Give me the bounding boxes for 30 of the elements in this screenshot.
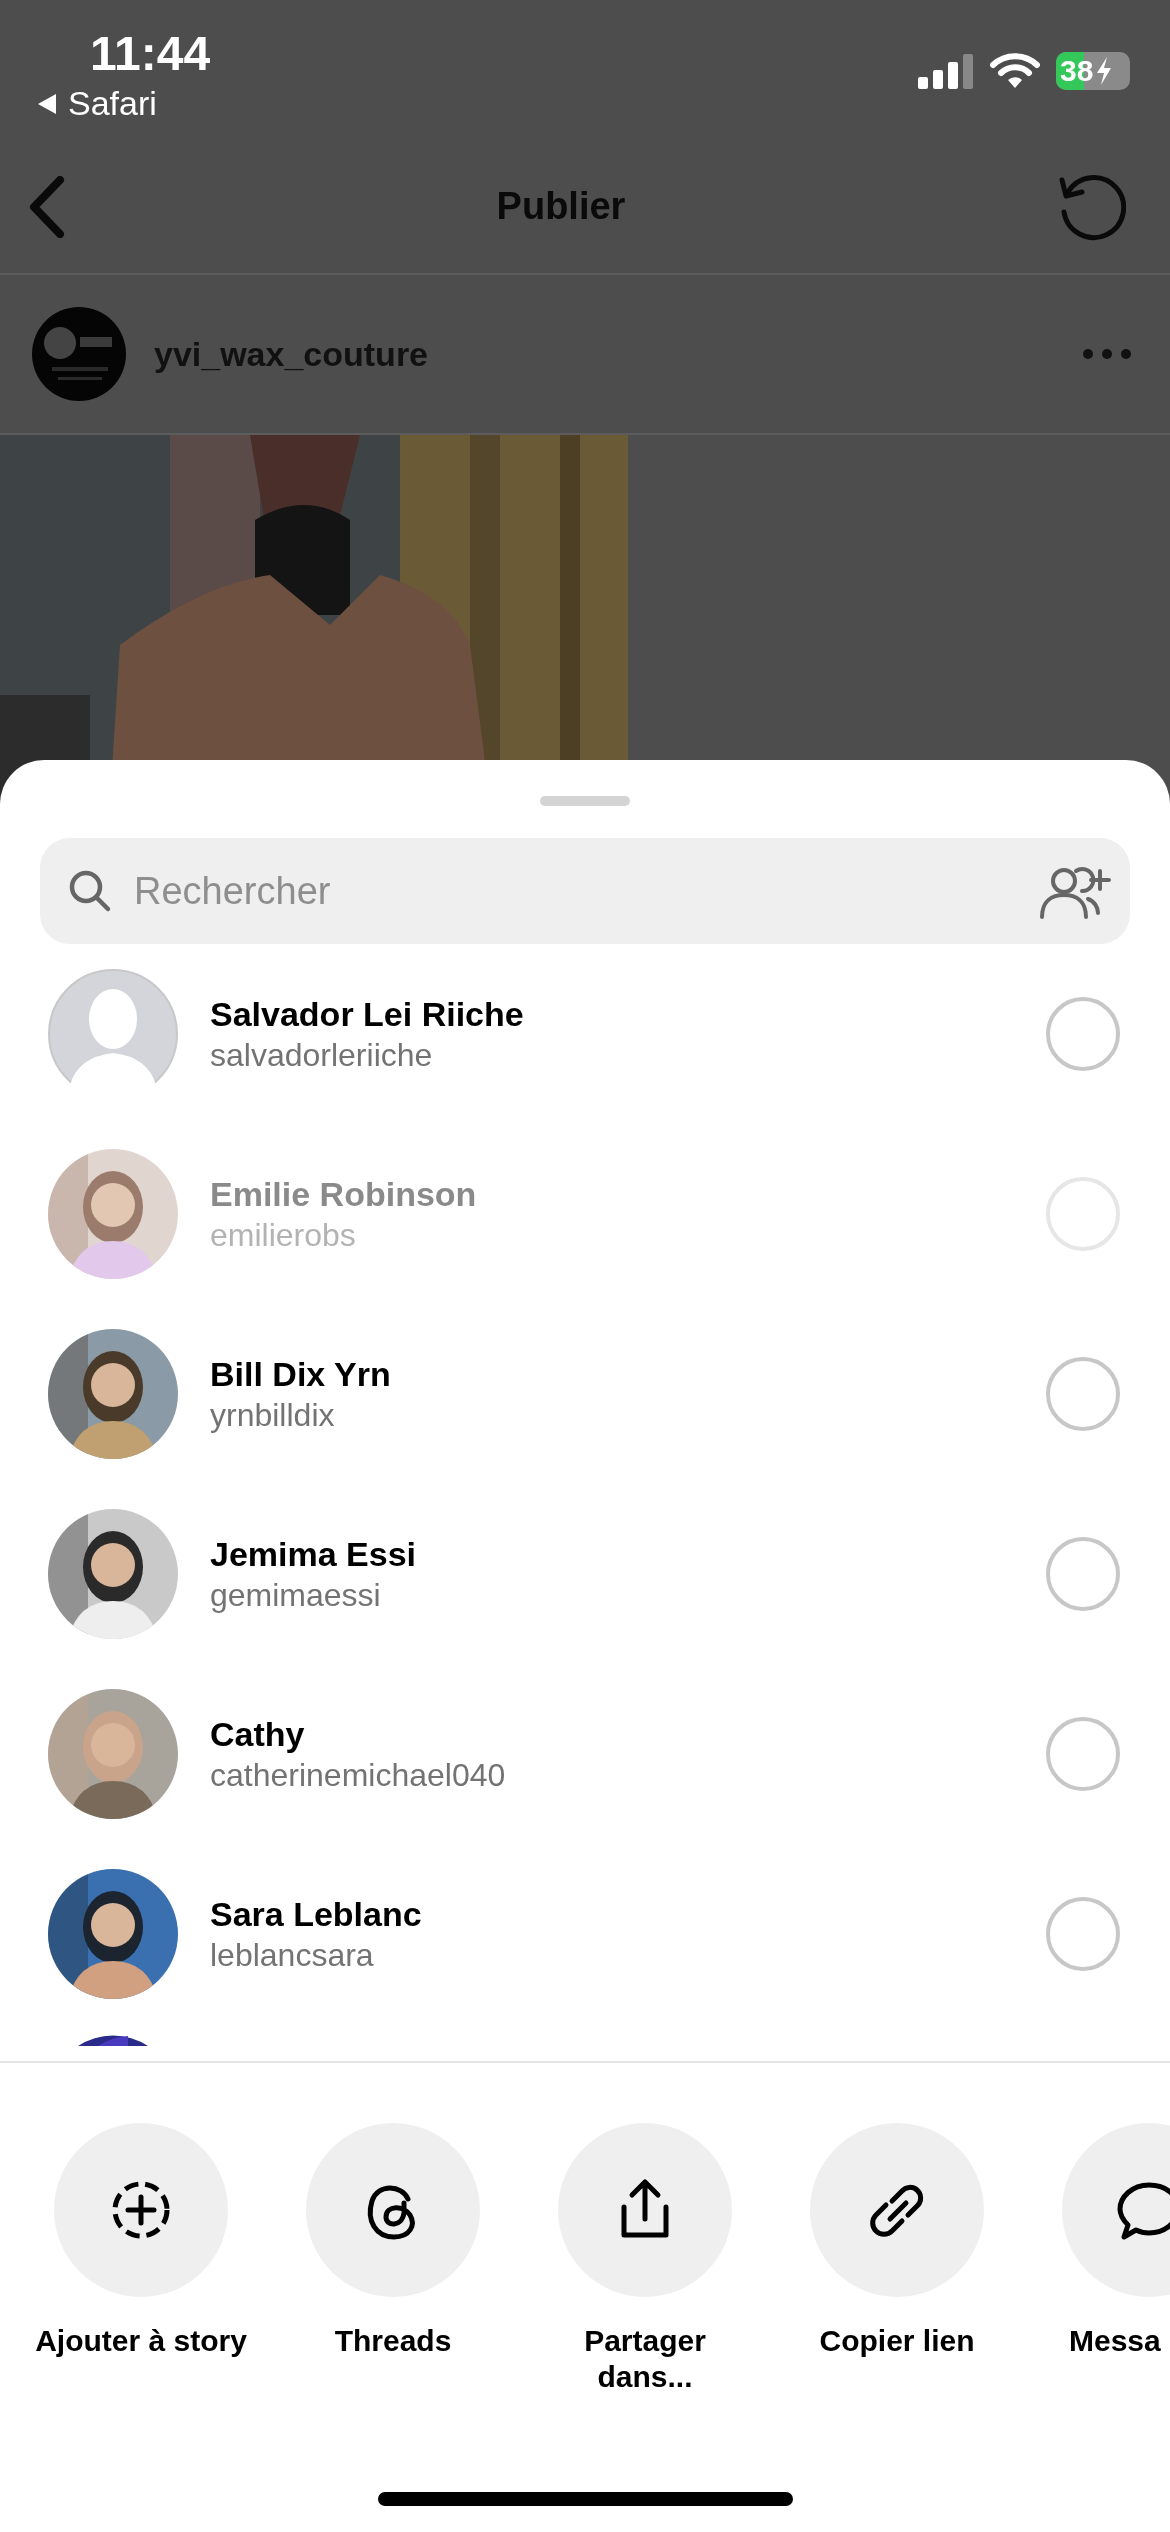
- contact-username: gemimaessi: [210, 1576, 382, 1615]
- contact-username: salvadorleriiche: [210, 1036, 434, 1075]
- search-bar[interactable]: Rechercher: [40, 838, 1130, 944]
- drag-handle[interactable]: [540, 796, 630, 806]
- contact-username: leblancsara: [210, 1936, 375, 1975]
- contact-name: Sara Leblanc: [210, 1894, 423, 1935]
- signal-icon: [918, 53, 974, 89]
- search-field[interactable]: Rechercher: [132, 868, 1036, 914]
- contact-name: Bill Dix Yrn: [210, 1354, 392, 1395]
- default-avatar-icon: [48, 969, 178, 1099]
- contact-username: emilierobs: [210, 1216, 357, 1255]
- contact-name: Cathy: [210, 1714, 306, 1755]
- contact-name: Salvador Lei Riiche: [210, 994, 525, 1035]
- contact-name: Emilie Robinson: [210, 1174, 478, 1215]
- search-icon: [68, 869, 112, 913]
- contact-username: catherinemichael040: [210, 1756, 507, 1795]
- action-label: Threads: [333, 2323, 453, 2359]
- wifi-icon: [990, 53, 1040, 89]
- action-label: Ajouter à story: [34, 2323, 248, 2359]
- action-label: Messa: [1069, 2323, 1161, 2359]
- contact-name: Jemima Essi: [210, 1534, 418, 1575]
- back-triangle-icon: [36, 91, 58, 116]
- action-label: Copier lien: [818, 2323, 976, 2359]
- action-label: Partager dans...: [583, 2323, 707, 2395]
- battery-indicator: 38: [1056, 52, 1130, 90]
- status-time: 11:44: [90, 26, 211, 82]
- back-to-safari-link[interactable]: Safari: [36, 84, 157, 123]
- more-options-button[interactable]: [1082, 348, 1132, 360]
- page-title: Publier: [496, 185, 626, 228]
- contact-username: yrnbilldix: [210, 1396, 336, 1435]
